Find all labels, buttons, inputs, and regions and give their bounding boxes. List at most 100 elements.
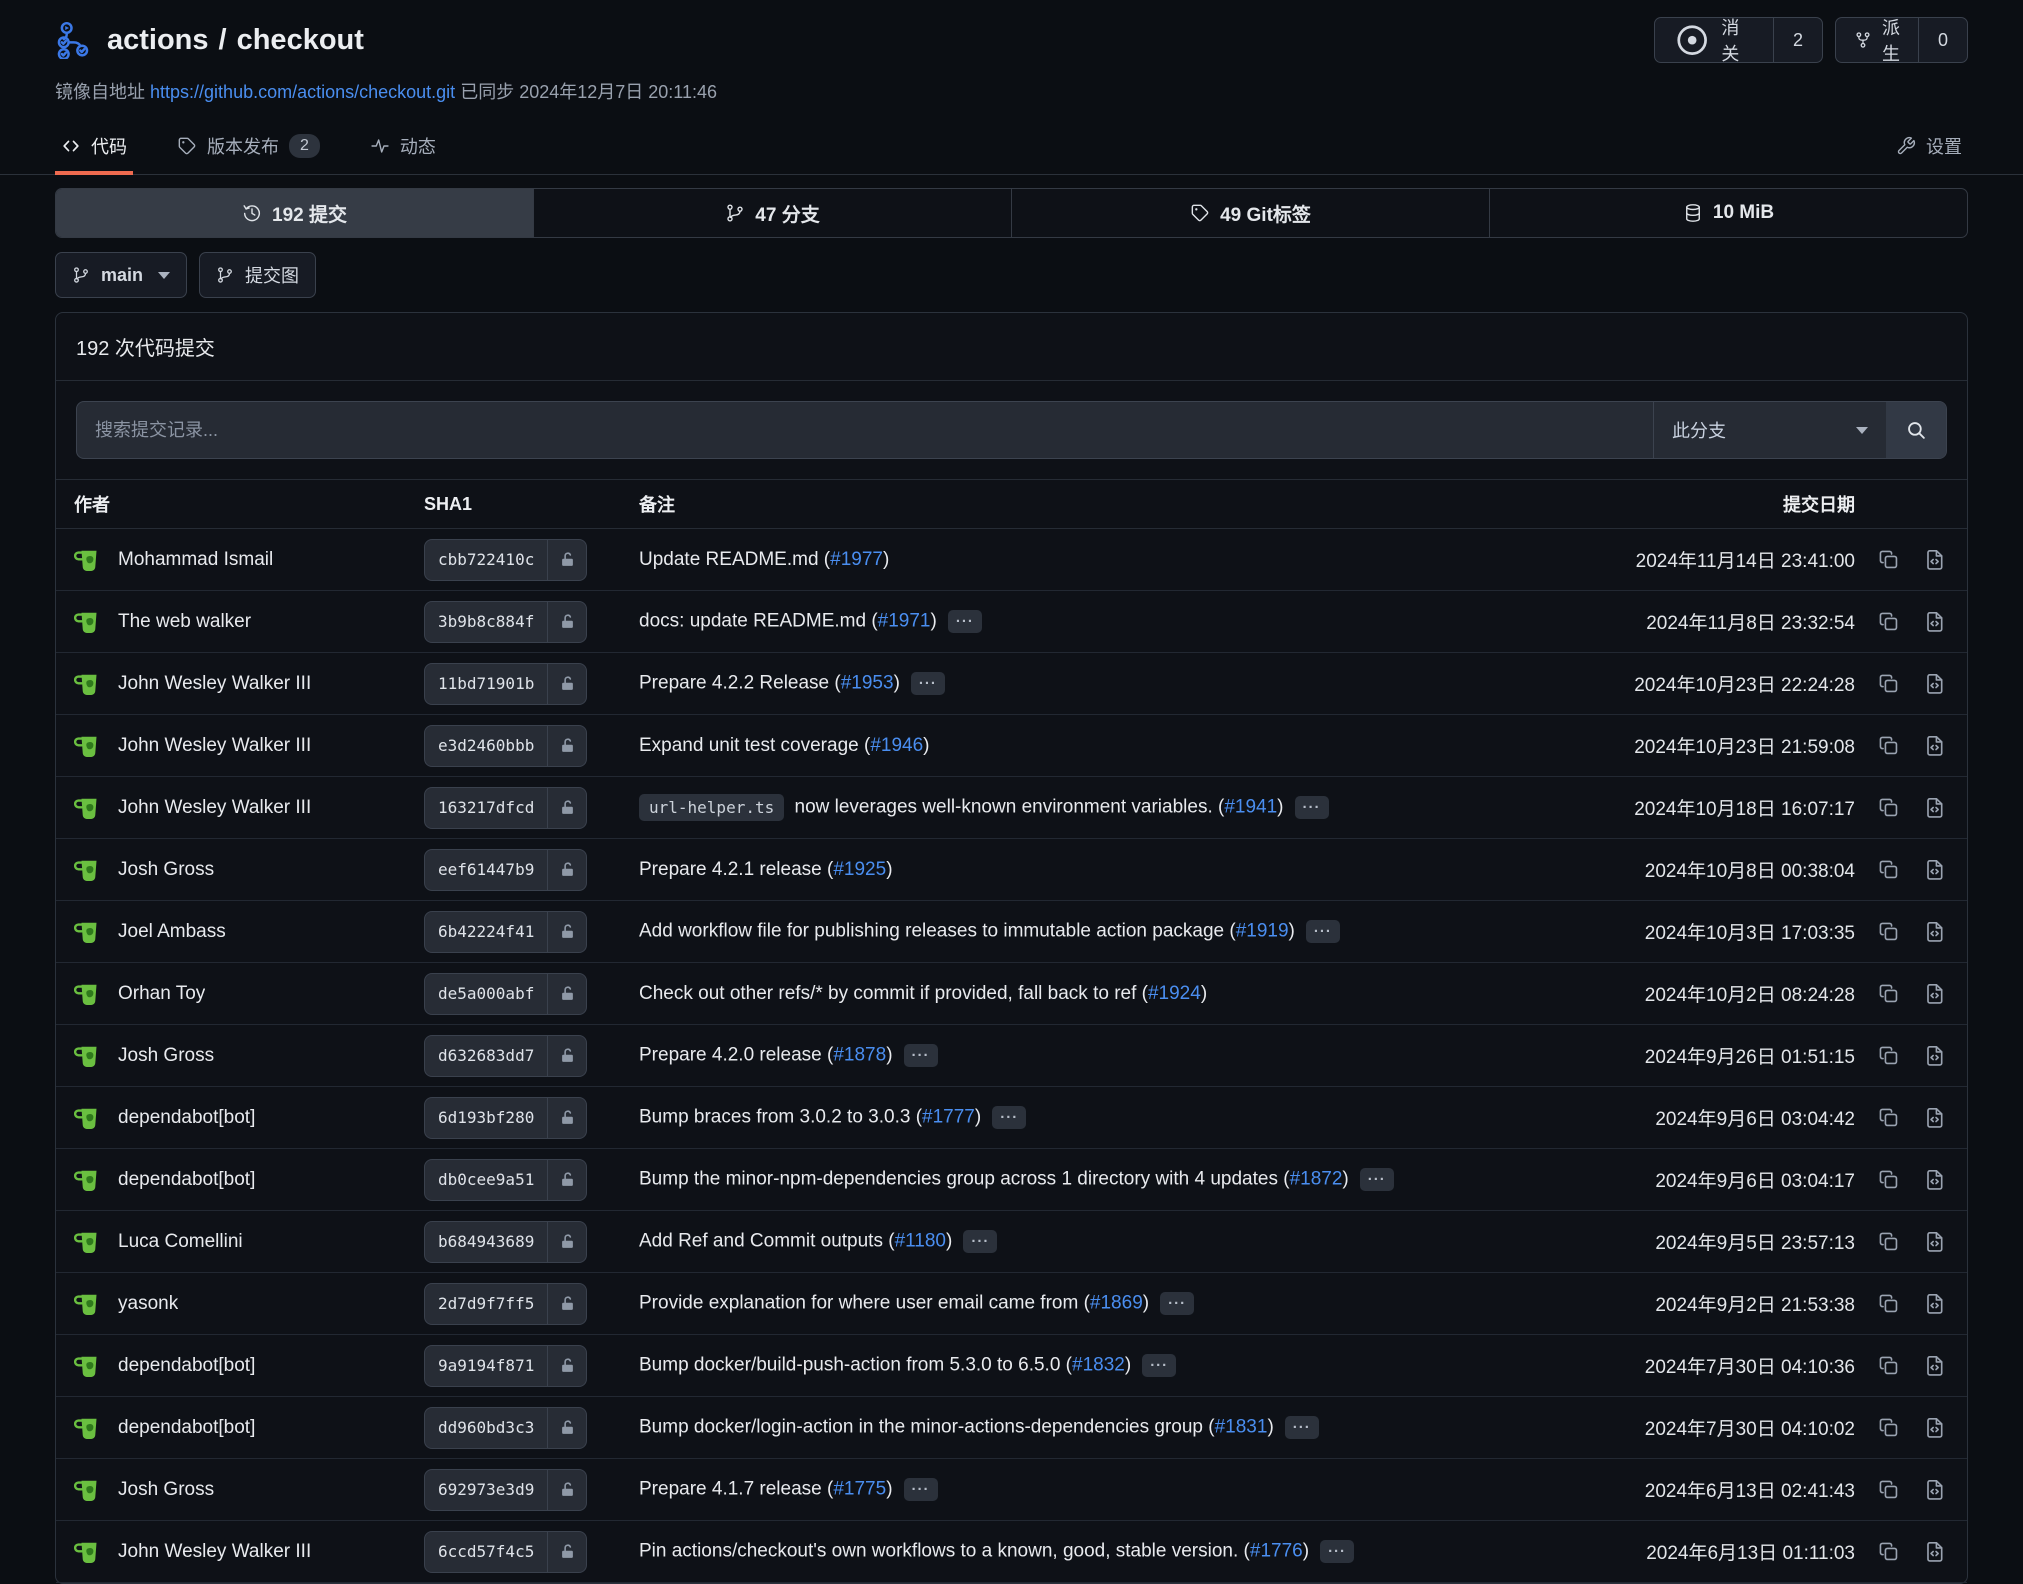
issue-link[interactable]: #1872 xyxy=(1290,1169,1343,1190)
stat-commits[interactable]: 192 提交 xyxy=(56,189,533,237)
copy-sha-button[interactable] xyxy=(1875,1353,1901,1379)
copy-sha-button[interactable] xyxy=(1875,1291,1901,1317)
expand-commit-button[interactable]: ··· xyxy=(1360,1168,1394,1191)
unwatch-button[interactable]: 取消关注 xyxy=(1655,18,1773,62)
org-link[interactable]: actions xyxy=(107,24,209,57)
expand-commit-button[interactable]: ··· xyxy=(992,1106,1026,1129)
copy-sha-button[interactable] xyxy=(1875,671,1901,697)
tab-code[interactable]: 代码 xyxy=(55,118,133,174)
browse-source-button[interactable] xyxy=(1921,1415,1947,1441)
commit-sha-button[interactable]: de5a000abf xyxy=(424,973,587,1015)
issue-link[interactable]: #1946 xyxy=(870,735,923,756)
forks-count[interactable]: 0 xyxy=(1918,18,1967,62)
commit-sha-button[interactable]: d632683dd7 xyxy=(424,1035,587,1077)
browse-source-button[interactable] xyxy=(1921,1105,1947,1131)
copy-sha-button[interactable] xyxy=(1875,981,1901,1007)
commit-sha-button[interactable]: 6ccd57f4c5 xyxy=(424,1531,587,1573)
copy-sha-button[interactable] xyxy=(1875,733,1901,759)
copy-sha-button[interactable] xyxy=(1875,1043,1901,1069)
copy-sha-button[interactable] xyxy=(1875,919,1901,945)
commit-sha-button[interactable]: 2d7d9f7ff5 xyxy=(424,1283,587,1325)
mirror-url-link[interactable]: https://github.com/actions/checkout.git xyxy=(150,82,455,102)
expand-commit-button[interactable]: ··· xyxy=(911,672,945,695)
expand-commit-button[interactable]: ··· xyxy=(904,1478,938,1501)
expand-commit-button[interactable]: ··· xyxy=(1142,1354,1176,1377)
issue-link[interactable]: #1776 xyxy=(1250,1541,1303,1562)
expand-commit-button[interactable]: ··· xyxy=(904,1044,938,1067)
stat-tags[interactable]: 49 Git标签 xyxy=(1011,189,1489,237)
commit-graph-button[interactable]: 提交图 xyxy=(199,252,316,298)
issue-link[interactable]: #1775 xyxy=(833,1479,886,1500)
copy-sha-button[interactable] xyxy=(1875,857,1901,883)
browse-source-button[interactable] xyxy=(1921,857,1947,883)
fork-button[interactable]: 派生 xyxy=(1836,18,1918,62)
commit-sha-button[interactable]: 9a9194f871 xyxy=(424,1345,587,1387)
copy-sha-button[interactable] xyxy=(1875,1477,1901,1503)
tab-releases[interactable]: 版本发布 2 xyxy=(171,118,326,174)
copy-sha-button[interactable] xyxy=(1875,1229,1901,1255)
issue-link[interactable]: #1924 xyxy=(1148,983,1201,1004)
browse-source-button[interactable] xyxy=(1921,1167,1947,1193)
issue-link[interactable]: #1971 xyxy=(878,611,931,632)
branch-selector[interactable]: main xyxy=(55,252,187,298)
browse-source-button[interactable] xyxy=(1921,609,1947,635)
commit-sha-button[interactable]: 6b42224f41 xyxy=(424,911,587,953)
expand-commit-button[interactable]: ··· xyxy=(1306,920,1340,943)
commit-sha-button[interactable]: 163217dfcd xyxy=(424,787,587,829)
copy-sha-button[interactable] xyxy=(1875,1105,1901,1131)
browse-source-button[interactable] xyxy=(1921,795,1947,821)
expand-commit-button[interactable]: ··· xyxy=(1160,1292,1194,1315)
issue-link[interactable]: #1977 xyxy=(830,549,883,570)
browse-source-button[interactable] xyxy=(1921,1539,1947,1565)
commit-sha-button[interactable]: 3b9b8c884f xyxy=(424,601,587,643)
commit-sha-button[interactable]: dd960bd3c3 xyxy=(424,1407,587,1449)
copy-sha-button[interactable] xyxy=(1875,609,1901,635)
issue-link[interactable]: #1919 xyxy=(1236,921,1289,942)
commit-sha-button[interactable]: e3d2460bbb xyxy=(424,725,587,767)
commit-sha-button[interactable]: 692973e3d9 xyxy=(424,1469,587,1511)
branch-filter-dropdown[interactable]: 此分支 xyxy=(1653,402,1886,458)
browse-source-button[interactable] xyxy=(1921,733,1947,759)
browse-source-button[interactable] xyxy=(1921,1477,1947,1503)
expand-commit-button[interactable]: ··· xyxy=(1285,1416,1319,1439)
issue-link[interactable]: #1831 xyxy=(1215,1417,1268,1438)
search-button[interactable] xyxy=(1886,402,1946,458)
expand-commit-button[interactable]: ··· xyxy=(963,1230,997,1253)
copy-sha-button[interactable] xyxy=(1875,547,1901,573)
copy-sha-button[interactable] xyxy=(1875,795,1901,821)
stat-size[interactable]: 10 MiB xyxy=(1489,189,1967,237)
browse-source-button[interactable] xyxy=(1921,919,1947,945)
browse-source-button[interactable] xyxy=(1921,1043,1947,1069)
issue-link[interactable]: #1941 xyxy=(1224,797,1277,818)
expand-commit-button[interactable]: ··· xyxy=(948,610,982,633)
browse-source-button[interactable] xyxy=(1921,1291,1947,1317)
issue-link[interactable]: #1878 xyxy=(833,1045,886,1066)
issue-link[interactable]: #1925 xyxy=(833,859,886,880)
repo-link[interactable]: checkout xyxy=(237,24,364,57)
issue-link[interactable]: #1953 xyxy=(841,673,894,694)
commit-sha-button[interactable]: 6d193bf280 xyxy=(424,1097,587,1139)
tab-settings[interactable]: 设置 xyxy=(1890,118,1968,174)
search-input[interactable] xyxy=(77,402,1653,458)
commit-sha-button[interactable]: db0cee9a51 xyxy=(424,1159,587,1201)
browse-source-button[interactable] xyxy=(1921,547,1947,573)
watchers-count[interactable]: 2 xyxy=(1773,18,1822,62)
issue-link[interactable]: #1869 xyxy=(1090,1293,1143,1314)
browse-source-button[interactable] xyxy=(1921,1229,1947,1255)
browse-source-button[interactable] xyxy=(1921,671,1947,697)
copy-sha-button[interactable] xyxy=(1875,1539,1901,1565)
copy-sha-button[interactable] xyxy=(1875,1415,1901,1441)
commit-sha-button[interactable]: cbb722410c xyxy=(424,539,587,581)
commit-sha-button[interactable]: b684943689 xyxy=(424,1221,587,1263)
browse-source-button[interactable] xyxy=(1921,1353,1947,1379)
issue-link[interactable]: #1777 xyxy=(922,1107,975,1128)
expand-commit-button[interactable]: ··· xyxy=(1295,796,1329,819)
tab-activity[interactable]: 动态 xyxy=(364,118,442,174)
commit-sha-button[interactable]: 11bd71901b xyxy=(424,663,587,705)
issue-link[interactable]: #1832 xyxy=(1072,1355,1125,1376)
expand-commit-button[interactable]: ··· xyxy=(1320,1540,1354,1563)
issue-link[interactable]: #1180 xyxy=(895,1231,946,1252)
stat-branches[interactable]: 47 分支 xyxy=(533,189,1011,237)
commit-sha-button[interactable]: eef61447b9 xyxy=(424,849,587,891)
browse-source-button[interactable] xyxy=(1921,981,1947,1007)
